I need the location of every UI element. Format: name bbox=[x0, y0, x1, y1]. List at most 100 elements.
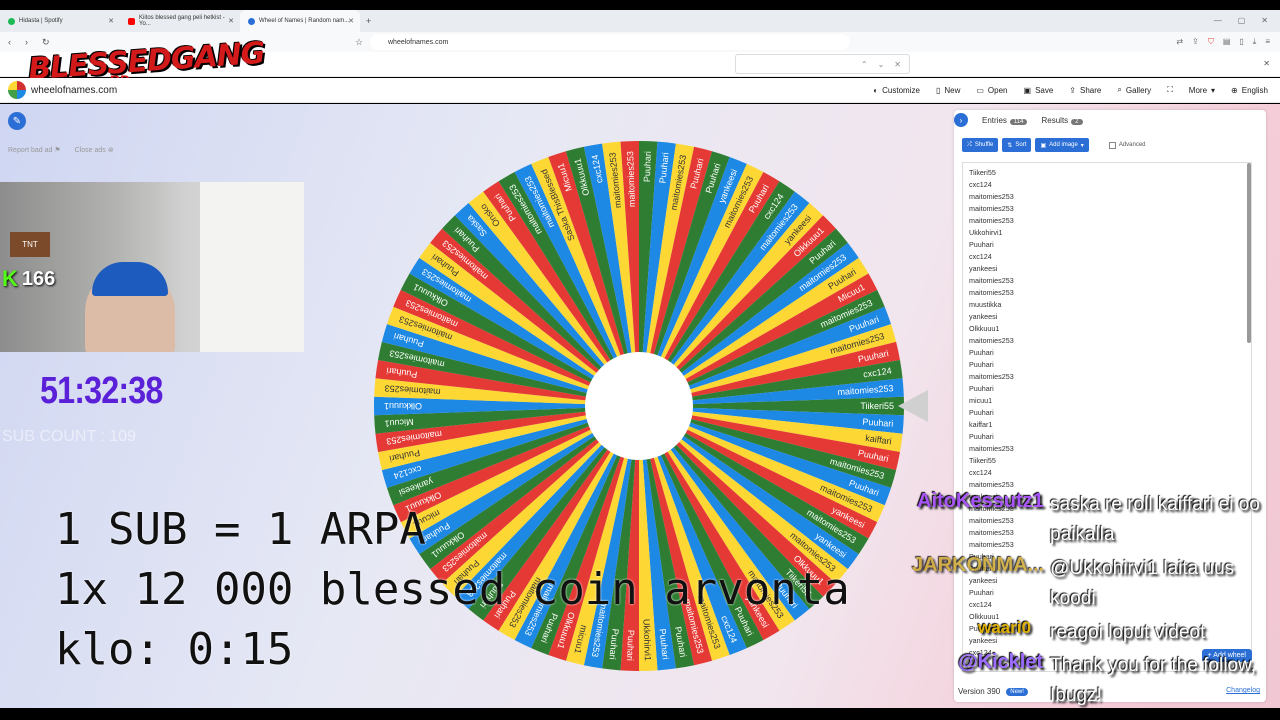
new-tab-icon[interactable]: + bbox=[366, 16, 371, 32]
entry-item: maitomies253 bbox=[969, 276, 1014, 285]
share-button[interactable]: ⇪ Share bbox=[1069, 85, 1101, 95]
url-field[interactable]: wheelofnames.com bbox=[370, 34, 850, 50]
add-image-button[interactable]: ▣ Add image ▾ bbox=[1035, 138, 1089, 152]
palette-icon: ◐ bbox=[873, 85, 879, 95]
reading-icon[interactable]: ▤ bbox=[1223, 37, 1231, 47]
find-prev-icon[interactable]: ⌃ bbox=[861, 60, 868, 69]
search-icon: ⌕ bbox=[1117, 85, 1122, 94]
ad-links: Report bad ad ⚑ Close ads ⊗ bbox=[8, 146, 114, 154]
share-icon: ⇪ bbox=[1069, 85, 1076, 95]
wheel-slice-label: Olkkuuu1 bbox=[384, 401, 422, 411]
chat-text: Thank you for the follow, Ibugz! bbox=[1050, 655, 1256, 706]
nav-buttons: ‹ › ↻ bbox=[8, 37, 50, 48]
results-count: 2 bbox=[1071, 118, 1083, 125]
entry-item: maitomies253 bbox=[969, 372, 1014, 381]
entry-item: maitomies253 bbox=[969, 336, 1014, 345]
find-next-icon[interactable]: ⌄ bbox=[878, 60, 885, 69]
find-close-icon[interactable]: ✕ bbox=[894, 60, 901, 69]
shuffle-icon: ⤮ bbox=[967, 141, 972, 148]
chat-message: AitoKessutz1 saska re roll kaiffari ei o… bbox=[900, 490, 1270, 554]
gallery-button[interactable]: ⌕ Gallery bbox=[1117, 85, 1151, 95]
close-ads-link[interactable]: Close ads ⊗ bbox=[75, 146, 114, 154]
reload-icon[interactable]: ↻ bbox=[42, 37, 50, 48]
chat-text: saska re roll kaiffari ei oo paikalla bbox=[1050, 494, 1260, 545]
site-menu: ◐ Customize ▯ New ▭ Open ▣ Save ⇪ Share ⌕ Gall… bbox=[873, 85, 1268, 95]
entry-item: Puuhari bbox=[969, 240, 994, 249]
browser-tab[interactable]: Hidasta | Spotify ✕ bbox=[0, 10, 120, 32]
more-button[interactable]: More ▾ bbox=[1189, 85, 1215, 95]
download-icon[interactable]: ⤓ bbox=[1253, 37, 1257, 47]
browser-tab[interactable]: Kiitos blessed gang peli hetkist - Yo...… bbox=[120, 10, 240, 32]
entry-item: Ukkohirvi1 bbox=[969, 228, 1003, 237]
site-logo[interactable] bbox=[8, 81, 26, 99]
close-bar-icon[interactable]: ✕ bbox=[1263, 59, 1270, 68]
panel-toolbar: ⤮ Shuffle ⇅ Sort ▣ Add image ▾ Advanced bbox=[962, 138, 1146, 152]
close-tab-icon[interactable]: ✕ bbox=[108, 17, 114, 25]
tab-entries[interactable]: Entries 114 bbox=[982, 116, 1028, 125]
edit-button[interactable]: ✎ bbox=[8, 112, 26, 130]
overlay-line: klo: 0:15 bbox=[55, 624, 294, 675]
chat-overlay: AitoKessutz1 saska re roll kaiffari ei o… bbox=[900, 490, 1270, 715]
open-button[interactable]: ▭ Open bbox=[976, 85, 1007, 95]
sort-button[interactable]: ⇅ Sort bbox=[1002, 138, 1032, 152]
tab-results[interactable]: Results 2 bbox=[1041, 116, 1083, 125]
entry-item: cxc124 bbox=[969, 252, 992, 261]
save-icon: ▣ bbox=[1023, 85, 1032, 95]
bookmark-icon[interactable]: ☆ bbox=[355, 37, 363, 48]
bottom-border bbox=[0, 708, 1280, 720]
pencil-icon: ✎ bbox=[12, 115, 22, 127]
fullscreen-button[interactable]: ⛶ bbox=[1167, 85, 1173, 95]
maximize-icon[interactable]: ▢ bbox=[1238, 16, 1246, 25]
window-controls: — ▢ ✕ bbox=[1214, 16, 1268, 25]
entry-item: Tiikeri55 bbox=[969, 168, 996, 177]
entry-item: cxc124 bbox=[969, 468, 992, 477]
share-icon[interactable]: ⇪ bbox=[1192, 37, 1199, 47]
wheel-center[interactable] bbox=[585, 352, 693, 460]
new-button[interactable]: ▯ New bbox=[936, 85, 960, 95]
menu-icon[interactable]: ≡ bbox=[1265, 37, 1270, 47]
entry-item: kaiffar1 bbox=[969, 420, 993, 429]
streamer-hat bbox=[92, 262, 168, 296]
cam-shelf bbox=[200, 182, 304, 352]
flag-icon: ⚑ bbox=[54, 147, 61, 154]
chat-message: waari0 reagoi loput videot bbox=[900, 618, 1270, 651]
wheel-slice-label: maitomies253 bbox=[625, 151, 637, 207]
minimize-icon[interactable]: — bbox=[1214, 16, 1222, 25]
find-box[interactable]: ⌃ ⌄ ✕ bbox=[735, 54, 910, 74]
chevron-down-icon: ▾ bbox=[1211, 85, 1216, 95]
advanced-checkbox[interactable] bbox=[1108, 141, 1116, 149]
entry-item: maitomies253 bbox=[969, 192, 1014, 201]
save-button[interactable]: ▣ Save bbox=[1024, 85, 1054, 95]
sidebar-icon[interactable]: ▯ bbox=[1239, 37, 1243, 47]
close-tab-icon[interactable]: ✕ bbox=[228, 17, 234, 25]
translate-icon[interactable]: ⇄ bbox=[1176, 37, 1183, 47]
close-tab-icon[interactable]: ✕ bbox=[348, 17, 354, 25]
entry-item: Puuhari bbox=[969, 348, 994, 357]
language-button[interactable]: ⊕ English bbox=[1231, 85, 1268, 95]
entry-item: Puuhari bbox=[969, 408, 994, 417]
close-circle-icon: ⊗ bbox=[107, 147, 114, 154]
cam-box: TNT bbox=[10, 232, 50, 257]
collapse-icon[interactable]: › bbox=[954, 113, 968, 127]
wheel-favicon-icon bbox=[248, 17, 255, 25]
site-name[interactable]: wheelofnames.com bbox=[31, 85, 117, 96]
globe-icon: ⊕ bbox=[1231, 85, 1238, 95]
forward-icon[interactable]: › bbox=[25, 37, 28, 48]
shield-icon[interactable]: ⛉ bbox=[1208, 37, 1214, 47]
browser-tab-active[interactable]: Wheel of Names | Random nam... ✕ bbox=[240, 10, 360, 32]
chat-text: reagoi loput videot bbox=[1050, 622, 1206, 643]
close-window-icon[interactable]: ✕ bbox=[1261, 16, 1268, 25]
entry-item: yankeesi bbox=[969, 264, 998, 273]
entry-item: Puuhari bbox=[969, 360, 994, 369]
chevron-down-icon: ▾ bbox=[1080, 142, 1084, 149]
entries-scrollbar[interactable] bbox=[1247, 163, 1251, 343]
wheel-slice-label: Micuu1 bbox=[384, 417, 414, 429]
youtube-icon bbox=[128, 17, 135, 25]
back-icon[interactable]: ‹ bbox=[8, 37, 11, 48]
wheel-slice-label: Puuhari bbox=[642, 151, 653, 182]
shuffle-button[interactable]: ⤮ Shuffle bbox=[962, 138, 999, 152]
raffle-overlay: 1 SUB = 1 ARPA 1x 12 000 blessed coin arv… bbox=[55, 500, 850, 680]
advanced-toggle[interactable]: Advanced bbox=[1108, 141, 1146, 149]
customize-button[interactable]: ◐ Customize bbox=[873, 85, 920, 95]
report-ad-link[interactable]: Report bad ad ⚑ bbox=[8, 146, 61, 154]
